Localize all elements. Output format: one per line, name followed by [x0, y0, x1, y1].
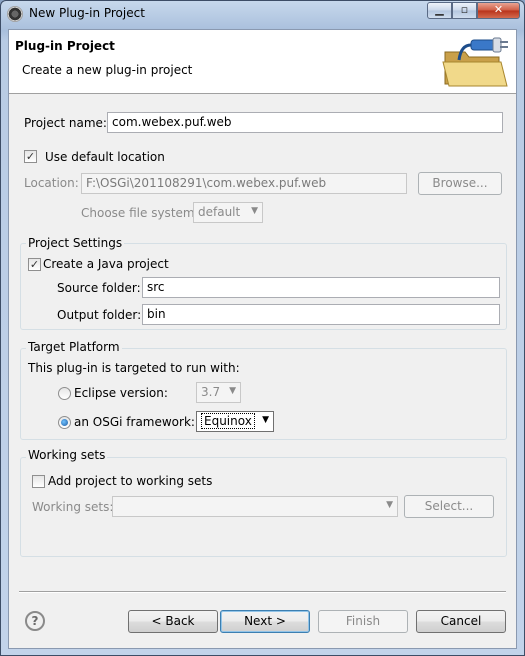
select-working-sets-button[interactable]: Select... [404, 495, 494, 518]
use-default-location-label: Use default location [45, 150, 165, 164]
close-window-button[interactable]: ✕ [477, 2, 520, 19]
output-folder-input[interactable]: bin [142, 304, 500, 325]
add-to-working-sets-checkbox[interactable] [32, 475, 45, 488]
finish-button[interactable]: Finish [318, 610, 408, 633]
chevron-down-icon: ▼ [229, 386, 236, 396]
dialog-window: New Plug-in Project ▁ ▫ ✕ Plug-in Projec… [0, 0, 525, 656]
use-default-location-checkbox[interactable]: ✓ [24, 150, 37, 163]
source-folder-label: Source folder: [57, 281, 141, 295]
add-to-working-sets-label: Add project to working sets [48, 474, 213, 488]
working-sets-title: Working sets [26, 448, 108, 462]
file-system-select[interactable]: default ▼ [193, 202, 263, 223]
back-button[interactable]: < Back [128, 610, 218, 633]
choose-file-system-label: Choose file system: [81, 206, 199, 220]
minimize-button[interactable]: ▁ [427, 2, 452, 19]
page-description: Create a new plug-in project [22, 63, 193, 77]
cancel-button[interactable]: Cancel [416, 610, 506, 633]
osgi-framework-radio[interactable] [58, 416, 71, 429]
osgi-framework-value: Equinox [201, 413, 255, 429]
output-folder-label: Output folder: [57, 308, 142, 322]
browse-button[interactable]: Browse... [418, 172, 502, 195]
next-button[interactable]: Next > [220, 610, 310, 633]
window-title: New Plug-in Project [29, 6, 145, 20]
dialog-client-area: Plug-in Project Create a new plug-in pro… [8, 29, 517, 649]
location-label: Location: [24, 176, 79, 190]
eclipse-version-select[interactable]: 3.7 ▼ [196, 382, 241, 403]
help-icon[interactable]: ? [25, 611, 45, 631]
chevron-down-icon: ▼ [386, 500, 393, 510]
osgi-framework-label: an OSGi framework: [74, 415, 195, 429]
plugin-folder-icon [442, 37, 508, 87]
working-sets-select[interactable]: ▼ [112, 496, 398, 517]
source-folder-input[interactable]: src [142, 277, 500, 298]
location-input[interactable]: F:\OSGi\201108291\com.webex.puf.web [81, 173, 407, 194]
footer-separator [19, 591, 506, 593]
file-system-value: default [198, 205, 241, 219]
chevron-down-icon: ▼ [262, 415, 269, 425]
chevron-down-icon: ▼ [251, 206, 258, 216]
target-platform-title: Target Platform [26, 340, 122, 354]
osgi-framework-select[interactable]: Equinox ▼ [196, 411, 274, 432]
page-title: Plug-in Project [15, 39, 115, 53]
eclipse-version-value: 3.7 [201, 385, 221, 399]
eclipse-app-icon [7, 6, 23, 22]
project-name-input[interactable]: com.webex.puf.web [107, 112, 503, 133]
eclipse-version-radio[interactable] [58, 387, 71, 400]
project-settings-title: Project Settings [26, 236, 125, 250]
create-java-project-label: Create a Java project [43, 257, 169, 271]
target-platform-description: This plug-in is targeted to run with: [28, 361, 240, 375]
wizard-banner: Plug-in Project Create a new plug-in pro… [9, 30, 516, 94]
eclipse-version-label: Eclipse version: [74, 386, 168, 400]
maximize-button[interactable]: ▫ [452, 2, 477, 19]
create-java-project-checkbox[interactable]: ✓ [28, 258, 41, 271]
working-sets-label: Working sets: [32, 500, 114, 514]
title-bar[interactable]: New Plug-in Project ▁ ▫ ✕ [1, 1, 524, 27]
project-name-label: Project name: [24, 116, 107, 130]
